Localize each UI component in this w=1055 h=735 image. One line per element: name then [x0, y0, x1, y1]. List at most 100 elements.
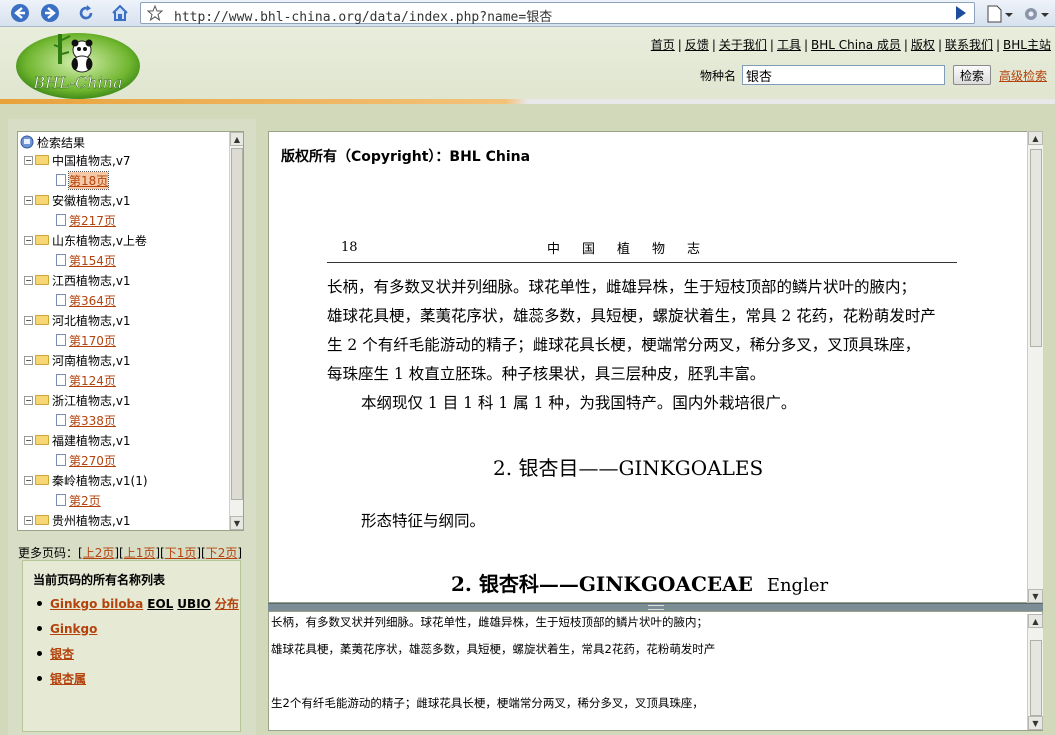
tree-book-node[interactable]: − 江西植物志,v1 — [20, 270, 230, 290]
back-button[interactable] — [6, 2, 34, 24]
link-members[interactable]: BHL China 成员 — [811, 38, 901, 52]
tree-book-label: 中国植物志,v7 — [52, 153, 131, 168]
name-link-ginkgo[interactable]: Ginkgo — [50, 622, 97, 636]
collapse-icon[interactable]: − — [24, 195, 33, 205]
bhl-china-logo[interactable]: BHL-China — [14, 30, 142, 100]
tree-root[interactable]: 检索结果 — [20, 134, 230, 150]
tree-page-link[interactable]: 第338页 — [69, 412, 116, 429]
star-icon[interactable] — [147, 5, 163, 21]
species-search-input[interactable] — [742, 65, 946, 85]
next-2-pages-link[interactable]: 下2页 — [206, 546, 238, 560]
tree-book-node[interactable]: − 河南植物志,v1 — [20, 350, 230, 370]
folder-icon — [35, 475, 49, 485]
bullet-icon — [37, 676, 42, 681]
viewer-scroll-thumb[interactable] — [1030, 149, 1042, 347]
ocr-text-panel[interactable]: 长柄，有多数叉状并列细脉。球花单性，雌雄异株，生于短枝顶部的鳞片状叶的腋内； 雄… — [268, 611, 1043, 731]
tree-scroll-thumb[interactable] — [231, 148, 243, 500]
address-bar[interactable]: http://www.bhl-china.org/data/index.php?… — [140, 2, 975, 25]
tree-page-link[interactable]: 第18页 — [67, 170, 110, 190]
viewer-scrollbar[interactable]: ▲ ▼ — [1027, 131, 1043, 603]
collapse-icon[interactable]: − — [24, 315, 33, 325]
eol-link[interactable]: EOL — [147, 597, 173, 611]
tree-page-node[interactable]: 第217页 — [20, 210, 230, 230]
scroll-up-arrow-icon[interactable]: ▲ — [230, 132, 243, 146]
url-text[interactable]: http://www.bhl-china.org/data/index.php?… — [174, 6, 552, 25]
tools-menu-button[interactable] — [1023, 3, 1053, 24]
prev-1-page-link[interactable]: 上1页 — [124, 546, 156, 560]
go-arrow-icon[interactable] — [953, 4, 969, 22]
collapse-icon[interactable]: − — [24, 475, 33, 485]
tree-book-node[interactable]: − 山东植物志,v上卷 — [20, 230, 230, 250]
scroll-up-arrow-icon[interactable]: ▲ — [1028, 614, 1043, 628]
home-button[interactable] — [106, 2, 134, 24]
link-tools[interactable]: 工具 — [777, 38, 801, 52]
collapse-icon[interactable]: − — [24, 435, 33, 445]
tree-book-label: 浙江植物志,v1 — [52, 393, 131, 408]
tree-scrollbar[interactable]: ▲ ▼ — [229, 132, 243, 530]
pane-splitter[interactable] — [268, 603, 1043, 611]
forward-button[interactable] — [36, 2, 64, 24]
top-nav-links: 首页 | 反馈 | 关于我们 | 工具 | BHL China 成员 | 版权 | 联系我们 | BHL主站 — [650, 38, 1051, 52]
tree-page-node[interactable]: 第170页 — [20, 330, 230, 350]
more-pages-label: 更多页码： — [18, 546, 79, 560]
tree-page-node[interactable]: 第154页 — [20, 250, 230, 270]
link-feedback[interactable]: 反馈 — [685, 38, 709, 52]
scan-line: 长柄，有多数叉状并列细脉。球花单性，雌雄异株，生于短枝顶部的鳞片状叶的腋内； — [327, 278, 917, 296]
tree-page-node[interactable]: 第270页 — [20, 450, 230, 470]
scroll-down-arrow-icon[interactable]: ▼ — [230, 516, 243, 530]
tree-book-node[interactable]: − 河北植物志,v1 — [20, 310, 230, 330]
scroll-down-arrow-icon[interactable]: ▼ — [1028, 589, 1043, 603]
tree-page-node[interactable]: 第124页 — [20, 370, 230, 390]
collapse-icon[interactable]: − — [24, 395, 33, 405]
advanced-search-link[interactable]: 高级检索 — [999, 67, 1047, 84]
link-bhl-main[interactable]: BHL主站 — [1003, 38, 1051, 52]
tree-page-link[interactable]: 第2页 — [69, 492, 101, 509]
tree-page-node[interactable]: 第3页 — [20, 530, 230, 531]
name-link-yinxing[interactable]: 银杏 — [50, 645, 74, 662]
tree-page-link[interactable]: 第270页 — [69, 452, 116, 469]
scroll-up-arrow-icon[interactable]: ▲ — [1028, 131, 1043, 145]
tree-book-node[interactable]: − 浙江植物志,v1 — [20, 390, 230, 410]
tree-page-link[interactable]: 第124页 — [69, 372, 116, 389]
ocr-scroll-thumb[interactable] — [1030, 640, 1042, 716]
page-document-icon — [56, 294, 66, 306]
next-1-page-link[interactable]: 下1页 — [165, 546, 197, 560]
tree-book-node[interactable]: − 秦岭植物志,v1(1) — [20, 470, 230, 490]
page-menu-button[interactable] — [985, 3, 1021, 24]
name-link-ginkgo-biloba[interactable]: Ginkgo biloba — [50, 597, 143, 611]
collapse-icon[interactable]: − — [24, 235, 33, 245]
link-home[interactable]: 首页 — [651, 38, 675, 52]
tree-page-node[interactable]: 第338页 — [20, 410, 230, 430]
tree-page-link[interactable]: 第364页 — [69, 292, 116, 309]
ocr-scrollbar[interactable]: ▲ ▼ — [1027, 614, 1043, 730]
collapse-icon[interactable]: − — [24, 155, 33, 165]
tree-page-node[interactable]: 第18页 — [20, 170, 230, 190]
ubio-link[interactable]: UBIO — [177, 597, 211, 611]
tree-page-node[interactable]: 第364页 — [20, 290, 230, 310]
page-viewer[interactable]: 版权所有（Copyright）：BHL China 18 中国植物志 长柄，有多… — [268, 131, 1043, 603]
page-document-icon — [56, 174, 66, 186]
distribution-link[interactable]: 分布 — [215, 595, 239, 612]
link-copyright[interactable]: 版权 — [911, 38, 935, 52]
names-list-panel: 当前页码的所有名称列表 Ginkgo biloba EOL UBIO 分布 Gi… — [22, 560, 241, 732]
reload-button[interactable] — [72, 2, 100, 24]
tree-page-node[interactable]: 第2页 — [20, 490, 230, 510]
tree-book-label: 秦岭植物志,v1(1) — [52, 473, 148, 488]
tree-page-link[interactable]: 第154页 — [69, 252, 116, 269]
tree-page-link[interactable]: 第217页 — [69, 212, 116, 229]
tree-book-node[interactable]: − 贵州植物志,v1 — [20, 510, 230, 530]
scroll-down-arrow-icon[interactable]: ▼ — [1028, 716, 1043, 730]
tree-page-link[interactable]: 第170页 — [69, 332, 116, 349]
results-tree-panel[interactable]: 检索结果 − 中国植物志,v7 第18页 − 安徽植物志,v1 第217页 − 山东植物志,v… — [17, 131, 244, 531]
search-button[interactable]: 检索 — [953, 65, 992, 85]
link-contact[interactable]: 联系我们 — [945, 38, 993, 52]
prev-2-pages-link[interactable]: 上2页 — [83, 546, 115, 560]
collapse-icon[interactable]: − — [24, 515, 33, 525]
link-about[interactable]: 关于我们 — [719, 38, 767, 52]
collapse-icon[interactable]: − — [24, 275, 33, 285]
collapse-icon[interactable]: − — [24, 355, 33, 365]
tree-book-node[interactable]: − 福建植物志,v1 — [20, 430, 230, 450]
tree-book-node[interactable]: − 安徽植物志,v1 — [20, 190, 230, 210]
tree-book-node[interactable]: − 中国植物志,v7 — [20, 150, 230, 170]
name-link-yinxing-genus[interactable]: 银杏属 — [50, 670, 86, 687]
